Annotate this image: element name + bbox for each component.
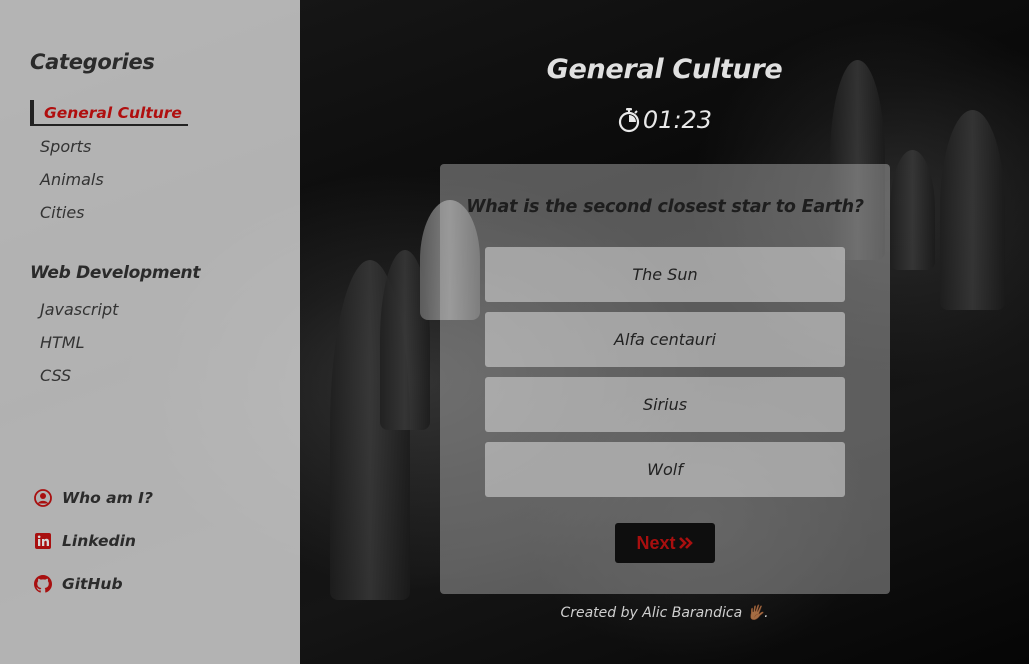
timer: 01:23 (300, 106, 1029, 134)
next-button[interactable]: Next (615, 523, 715, 563)
category-list: General Culture Sports Animals Cities (30, 100, 300, 233)
social-links: Who am I? Linkedin GitHub (34, 476, 153, 605)
github-icon (34, 574, 52, 593)
linkedin-label: Linkedin (62, 531, 136, 550)
question-card: What is the second closest star to Earth… (440, 164, 890, 594)
who-am-i-label: Who am I? (62, 488, 153, 507)
quiz-title: General Culture (546, 54, 783, 85)
user-circle-icon (34, 488, 52, 507)
linkedin-icon (35, 532, 51, 549)
footer-credit: Created by Alic Barandica 🖐🏾. (300, 605, 1029, 621)
waving-hand-emoji: 🖐🏾 (746, 605, 765, 621)
category-general-culture[interactable]: General Culture (30, 100, 188, 126)
timer-value: 01:23 (642, 106, 713, 134)
next-label: Next (636, 532, 676, 553)
categories-heading: Categories (30, 50, 155, 74)
category-animals[interactable]: Animals (30, 167, 300, 200)
sidebar: Categories General Culture Sports Animal… (0, 0, 300, 664)
answer-option-2[interactable]: Alfa centauri (485, 312, 845, 367)
chess-piece-queen (940, 110, 1005, 310)
who-am-i-link[interactable]: Who am I? (34, 476, 153, 519)
category-html[interactable]: HTML (30, 330, 300, 363)
category-javascript[interactable]: Javascript (30, 297, 300, 330)
category-css[interactable]: CSS (30, 363, 300, 396)
linkedin-link[interactable]: Linkedin (34, 519, 153, 562)
answer-option-1[interactable]: The Sun (485, 247, 845, 302)
answer-option-4[interactable]: Wolf (485, 442, 845, 497)
github-link[interactable]: GitHub (34, 562, 153, 605)
github-label: GitHub (62, 574, 123, 593)
answer-option-3[interactable]: Sirius (485, 377, 845, 432)
footer-trail: . (764, 605, 769, 621)
web-category-list: Javascript HTML CSS (30, 297, 300, 396)
stopwatch-icon (618, 108, 640, 133)
web-development-heading: Web Development (30, 263, 201, 283)
question-text: What is the second closest star to Earth… (466, 197, 864, 217)
double-chevron-right-icon (678, 537, 693, 549)
category-cities[interactable]: Cities (30, 200, 300, 233)
footer-text: Created by Alic Barandica (560, 605, 743, 621)
chess-piece-pawn-dark (890, 150, 935, 270)
category-sports[interactable]: Sports (30, 134, 300, 167)
